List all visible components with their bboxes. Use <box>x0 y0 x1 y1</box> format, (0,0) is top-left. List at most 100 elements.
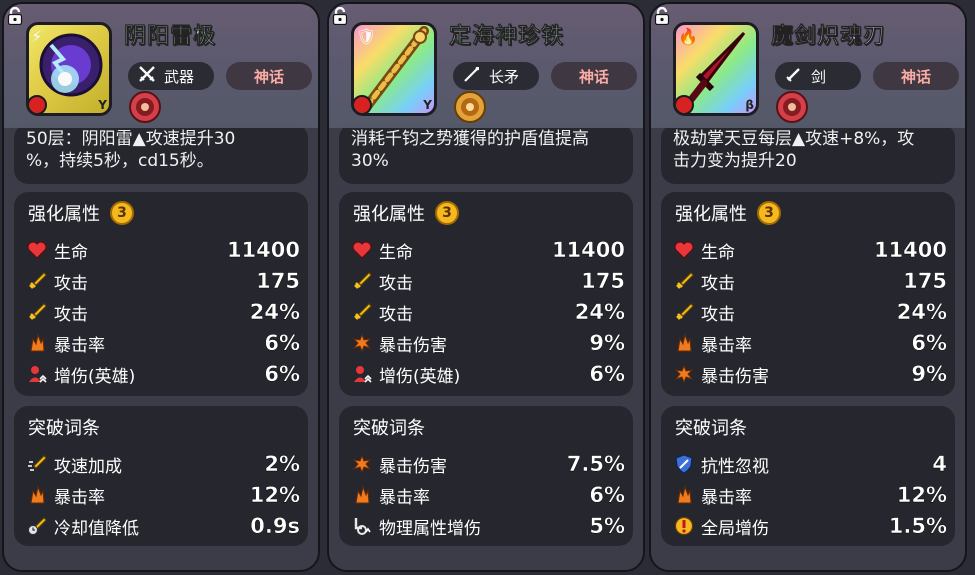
stat-label: 生命 <box>54 242 88 263</box>
card-header: ⚡ Y 阴阳雷极 武器 神话 <box>4 4 318 128</box>
shield-ignore-icon <box>673 453 695 475</box>
stat-row: 攻速加成 2% <box>26 450 302 478</box>
weapon-type-label: 武器 <box>164 67 195 86</box>
equipment-card[interactable]: 🛡 Y 定海神珍铁 长矛 神话 消耗千钧之势獲得的护盾值提高 30% 强化属性 … <box>327 2 645 572</box>
item-portrait[interactable]: ⚡ Y <box>26 22 112 116</box>
breakthrough-stats-panel: 突破词条 暴击伤害 7.5% 暴击率 6% 物理属性增伤 5% <box>339 406 633 546</box>
stat-value: 24% <box>574 300 626 324</box>
enhance-title-text: 强化属性 <box>675 204 747 225</box>
sword-icon <box>351 301 373 323</box>
item-description: 50层：阴阳雷▲攻速提升30 %，持续5秒，cd15秒。 <box>14 124 308 184</box>
stat-value: 9% <box>589 331 625 355</box>
equipment-card[interactable]: ⚡ Y 阴阳雷极 武器 神话 50层：阴阳雷▲攻速提升30 %，持续5秒，cd1… <box>2 2 320 572</box>
item-name: 定海神珍铁 <box>449 24 565 50</box>
lightning-icon: ⚡ <box>31 27 43 46</box>
stat-value: 7.5% <box>566 452 626 476</box>
sword-icon <box>26 270 48 292</box>
breakthrough-title: 突破词条 <box>28 418 100 439</box>
stat-value: 6% <box>589 362 625 386</box>
lock-icon[interactable] <box>7 7 23 25</box>
stat-label: 生命 <box>379 242 413 263</box>
stat-value: 175 <box>903 269 947 293</box>
stat-label: 暴击率 <box>54 335 105 356</box>
stat-value: 2% <box>264 452 300 476</box>
level-coin-icon: 3 <box>757 201 781 225</box>
crit-icon <box>673 332 695 354</box>
sword-icon <box>351 270 373 292</box>
faction-emblem-icon <box>128 90 162 124</box>
stat-value: 6% <box>911 331 947 355</box>
sword-icon <box>26 301 48 323</box>
crit-icon <box>26 332 48 354</box>
enhance-stats-panel: 强化属性 3 生命 11400 攻击 175 攻击 24% 暴击率 6% 暴击伤… <box>661 192 955 396</box>
lock-icon[interactable] <box>654 7 670 25</box>
stat-label: 攻速加成 <box>54 456 122 477</box>
stat-value: 1.5% <box>888 514 948 538</box>
fire-icon: 🔥 <box>678 27 698 46</box>
stat-row: 生命 11400 <box>673 236 949 264</box>
cooldown-icon <box>26 515 48 537</box>
description-line: 30% <box>351 151 389 171</box>
stat-row: 暴击伤害 7.5% <box>351 450 627 478</box>
breakthrough-title: 突破词条 <box>675 418 747 439</box>
faction-emblem-icon <box>453 90 487 124</box>
sword-icon <box>673 270 695 292</box>
stat-row: 增伤(英雄) 6% <box>351 360 627 388</box>
crit-damage-icon <box>351 453 373 475</box>
lock-icon[interactable] <box>332 7 348 25</box>
stat-row: 攻击 175 <box>673 267 949 295</box>
heart-icon <box>351 239 373 261</box>
enhance-stats-panel: 强化属性 3 生命 11400 攻击 175 攻击 24% 暴击伤害 9% 增伤… <box>339 192 633 396</box>
red-orb-icon <box>354 95 372 113</box>
heart-icon <box>673 239 695 261</box>
stat-label: 生命 <box>701 242 735 263</box>
stat-row: 物理属性增伤 5% <box>351 512 627 540</box>
item-portrait[interactable]: 🛡 Y <box>351 22 437 116</box>
crit-icon <box>26 484 48 506</box>
stat-label: 冷却值降低 <box>54 518 139 539</box>
crossed-swords-icon <box>138 65 156 87</box>
item-description: 极劫掌天豆每层▲攻速+8%，攻 击力变为提升20 <box>661 124 955 184</box>
item-description: 消耗千钧之势獲得的护盾值提高 30% <box>339 124 633 184</box>
breakthrough-title: 突破词条 <box>353 418 425 439</box>
stat-value: 24% <box>249 300 301 324</box>
stat-label: 攻击 <box>379 304 413 325</box>
breakthrough-stats-panel: 突破词条 抗性忽视 4 暴击率 12% 全局增伤 1.5% <box>661 406 955 546</box>
stat-label: 物理属性增伤 <box>379 518 481 539</box>
stat-label: 攻击 <box>54 304 88 325</box>
stat-row: 暴击伤害 9% <box>673 360 949 388</box>
stat-label: 暴击伤害 <box>379 456 447 477</box>
equipment-card[interactable]: 🔥 β 魔剑炽魂刃 剑 神话 极劫掌天豆每层▲攻速+8%，攻 击力变为提升20 … <box>649 2 967 572</box>
hero-damage-icon <box>26 363 48 385</box>
stat-row: 攻击 24% <box>26 298 302 326</box>
hero-damage-icon <box>351 363 373 385</box>
item-name: 阴阳雷极 <box>124 24 217 50</box>
stat-label: 暴击伤害 <box>701 366 769 387</box>
description-line: 50层：阴阳雷▲攻速提升30 <box>26 129 236 149</box>
stat-value: 12% <box>896 483 948 507</box>
stat-row: 暴击率 6% <box>351 481 627 509</box>
portrait-letter: Y <box>423 98 432 112</box>
stat-value: 9% <box>911 362 947 386</box>
enhance-title-text: 强化属性 <box>28 204 100 225</box>
stat-row: 攻击 24% <box>351 298 627 326</box>
description-line: 消耗千钧之势獲得的护盾值提高 <box>351 129 589 149</box>
stat-row: 攻击 175 <box>351 267 627 295</box>
rarity-badge: 神话 <box>226 62 312 90</box>
enhance-title: 强化属性 3 <box>28 200 134 226</box>
stat-label: 攻击 <box>701 273 735 294</box>
sword-icon <box>673 301 695 323</box>
crit-icon <box>351 484 373 506</box>
stat-row: 暴击率 6% <box>673 329 949 357</box>
stat-value: 5% <box>589 514 625 538</box>
stat-row: 暴击率 6% <box>26 329 302 357</box>
sword-type-icon <box>785 65 803 87</box>
card-header: 🛡 Y 定海神珍铁 长矛 神话 <box>329 4 643 128</box>
heart-icon <box>26 239 48 261</box>
stat-label: 攻击 <box>54 273 88 294</box>
item-portrait[interactable]: 🔥 β <box>673 22 759 116</box>
rarity-badge: 神话 <box>873 62 959 90</box>
description-line: 击力变为提升20 <box>673 151 797 171</box>
stat-value: 175 <box>581 269 625 293</box>
stat-label: 增伤(英雄) <box>379 366 461 387</box>
